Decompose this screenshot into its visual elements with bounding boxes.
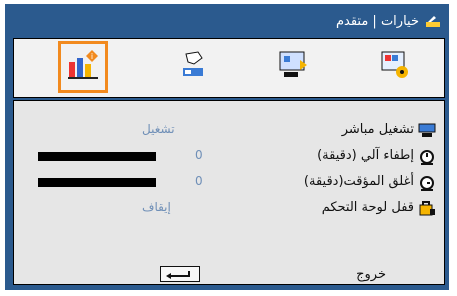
direct-power-icon (418, 121, 436, 139)
tab-information[interactable]: i (58, 41, 108, 93)
auto-power-off-icon (418, 147, 436, 165)
projector-icon (425, 14, 441, 28)
svg-text:i: i (91, 52, 93, 61)
row-value: تشغيل (142, 122, 175, 136)
osd-window: خيارات | متقدم i تشغيل مباشر تشغيل إطفاء… (5, 4, 449, 290)
row-label: إطفاء آلي (دقيقة) (317, 148, 414, 163)
settings-panel: تشغيل مباشر تشغيل إطفاء آلي (دقيقة) 0 أغ… (13, 100, 445, 285)
window-title: خيارات | متقدم (335, 13, 419, 29)
keypad-lock-icon (418, 199, 436, 217)
row-label: قفل لوحة التحكم (321, 200, 414, 215)
value-slider[interactable] (38, 152, 156, 161)
row-value: إيقاف (142, 200, 171, 214)
value-slider[interactable] (38, 178, 156, 187)
title-bar: خيارات | متقدم (336, 8, 441, 34)
sleep-timer-icon (418, 173, 436, 191)
row-auto-power-off[interactable]: إطفاء آلي (دقيقة) 0 (14, 145, 444, 167)
hand-projector-icon (176, 48, 210, 86)
menu-tabs: i (13, 38, 445, 98)
bar-chart-info-icon: i (66, 48, 100, 86)
tab-image[interactable] (370, 41, 420, 93)
enter-icon (161, 267, 199, 286)
row-label: تشغيل مباشر (341, 122, 414, 137)
row-sleep-timer[interactable]: أغلق المؤقت(دقيقة) 0 (14, 171, 444, 193)
screen-projector-icon (276, 48, 310, 86)
exit-label[interactable]: خروج (356, 267, 386, 282)
tab-setup[interactable] (168, 41, 218, 93)
image-settings-icon (378, 48, 412, 86)
row-value: 0 (195, 174, 203, 188)
enter-button[interactable] (160, 266, 200, 282)
row-direct-power[interactable]: تشغيل مباشر تشغيل (14, 119, 444, 141)
tab-display[interactable] (268, 41, 318, 93)
row-label: أغلق المؤقت(دقيقة) (303, 174, 414, 189)
row-value: 0 (195, 148, 203, 162)
row-keypad-lock[interactable]: قفل لوحة التحكم إيقاف (14, 197, 444, 219)
